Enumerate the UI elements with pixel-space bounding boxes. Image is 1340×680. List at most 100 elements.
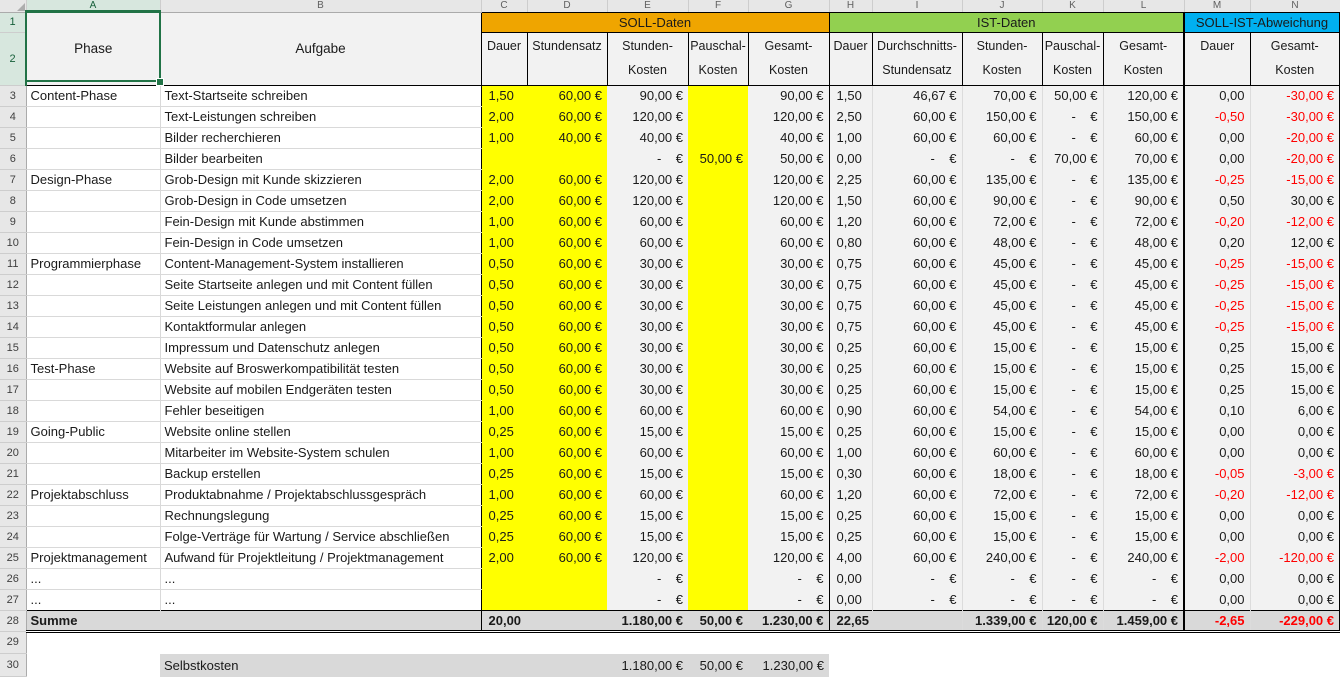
cell-soll-dauer[interactable]: 2,00 <box>481 547 527 568</box>
soll-dauer-header[interactable]: Dauer <box>481 32 527 85</box>
cell-ist-stundenkosten[interactable]: 15,00 € <box>962 526 1042 547</box>
cell-ist-stundensatz[interactable]: 60,00 € <box>872 400 962 421</box>
cell-phase[interactable]: ... <box>26 568 160 589</box>
cell-ist-stundensatz[interactable]: 60,00 € <box>872 232 962 253</box>
row-number[interactable]: 4 <box>0 106 26 127</box>
summe-label[interactable]: Summe <box>26 610 160 631</box>
cell-ist-stundenkosten[interactable]: 15,00 € <box>962 505 1042 526</box>
cell-soll-stundenkosten[interactable]: 30,00 € <box>607 337 688 358</box>
cell-soll-stundenkosten[interactable]: 120,00 € <box>607 190 688 211</box>
cell-ist-gesamtkosten[interactable]: 15,00 € <box>1103 421 1184 442</box>
cell-soll-stundensatz[interactable]: 60,00 € <box>527 106 607 127</box>
cell-ist-stundenkosten[interactable]: 135,00 € <box>962 169 1042 190</box>
cell-task[interactable]: Produktabnahme / Projektabschlussgespräc… <box>160 484 481 505</box>
cell-task[interactable]: Website auf mobilen Endgeräten testen <box>160 379 481 400</box>
cell-soll-stundensatz[interactable]: 60,00 € <box>527 421 607 442</box>
summe-ist-pauschalkosten[interactable]: 120,00 € <box>1042 610 1103 631</box>
cell-soll-pauschalkosten[interactable] <box>688 463 748 484</box>
summe-dev-dauer[interactable]: -2,65 <box>1184 610 1250 631</box>
cell-phase[interactable] <box>26 106 160 127</box>
cell-soll-dauer[interactable]: 1,50 <box>481 85 527 106</box>
cell-soll-stundensatz[interactable]: 60,00 € <box>527 190 607 211</box>
cell-task[interactable]: Grob-Design in Code umsetzen <box>160 190 481 211</box>
cell-ist-stundenkosten[interactable]: 54,00 € <box>962 400 1042 421</box>
cell-soll-gesamtkosten[interactable]: - € <box>748 568 829 589</box>
cell-soll-pauschalkosten[interactable] <box>688 253 748 274</box>
cell-ist-stundensatz[interactable]: 46,67 € <box>872 85 962 106</box>
cell-ist-pauschalkosten[interactable]: - € <box>1042 442 1103 463</box>
cell-task[interactable]: Fein-Design in Code umsetzen <box>160 232 481 253</box>
cell-dev-dauer[interactable]: 0,10 <box>1184 400 1250 421</box>
cell-soll-pauschalkosten[interactable]: 50,00 € <box>688 148 748 169</box>
cell-ist-dauer[interactable]: 0,90 <box>829 400 872 421</box>
cell-ist-pauschalkosten[interactable]: - € <box>1042 463 1103 484</box>
cell-ist-stundenkosten[interactable]: 48,00 € <box>962 232 1042 253</box>
soll-stundenkosten-header[interactable]: Stunden- Kosten <box>607 32 688 85</box>
cell-soll-pauschalkosten[interactable] <box>688 316 748 337</box>
cell-soll-stundensatz[interactable]: 60,00 € <box>527 85 607 106</box>
cell-soll-gesamtkosten[interactable]: 50,00 € <box>748 148 829 169</box>
cell-ist-dauer[interactable]: 1,00 <box>829 442 872 463</box>
cell-dev-gesamtkosten[interactable]: 6,00 € <box>1250 400 1340 421</box>
cell-soll-stundensatz[interactable]: 60,00 € <box>527 484 607 505</box>
cell-dev-dauer[interactable]: 0,25 <box>1184 358 1250 379</box>
row-number[interactable]: 23 <box>0 505 26 526</box>
cell-soll-pauschalkosten[interactable] <box>688 127 748 148</box>
cell-ist-gesamtkosten[interactable]: 70,00 € <box>1103 148 1184 169</box>
selbstkosten-label[interactable]: Selbstkosten <box>160 654 481 677</box>
cell-dev-dauer[interactable]: 0,00 <box>1184 148 1250 169</box>
row-number[interactable]: 5 <box>0 127 26 148</box>
abweichung-band[interactable]: SOLL-IST-Abweichung <box>1184 12 1340 32</box>
cell-dev-dauer[interactable]: -2,00 <box>1184 547 1250 568</box>
cell-ist-dauer[interactable]: 0,25 <box>829 358 872 379</box>
cell-ist-pauschalkosten[interactable]: - € <box>1042 379 1103 400</box>
cell-phase[interactable]: Projektabschluss <box>26 484 160 505</box>
cell-soll-gesamtkosten[interactable]: 120,00 € <box>748 547 829 568</box>
cell-soll-gesamtkosten[interactable]: 30,00 € <box>748 253 829 274</box>
cell-ist-pauschalkosten[interactable]: - € <box>1042 400 1103 421</box>
cell-soll-dauer[interactable]: 0,50 <box>481 358 527 379</box>
dev-dauer-header[interactable]: Dauer <box>1184 32 1250 85</box>
soll-daten-band[interactable]: SOLL-Daten <box>481 12 829 32</box>
cell-soll-stundensatz[interactable]: 60,00 € <box>527 316 607 337</box>
cell-soll-dauer[interactable]: 1,00 <box>481 127 527 148</box>
cell-task[interactable]: Bilder bearbeiten <box>160 148 481 169</box>
cell-dev-gesamtkosten[interactable]: -30,00 € <box>1250 85 1340 106</box>
cell-task[interactable]: Folge-Verträge für Wartung / Service abs… <box>160 526 481 547</box>
cell-soll-dauer[interactable]: 1,00 <box>481 211 527 232</box>
cell-soll-gesamtkosten[interactable]: 60,00 € <box>748 232 829 253</box>
cell-phase[interactable] <box>26 400 160 421</box>
cell-ist-gesamtkosten[interactable]: 60,00 € <box>1103 127 1184 148</box>
cell-task[interactable]: Backup erstellen <box>160 463 481 484</box>
cell-ist-stundensatz[interactable]: 60,00 € <box>872 505 962 526</box>
cell-ist-gesamtkosten[interactable]: 15,00 € <box>1103 358 1184 379</box>
cell-dev-dauer[interactable]: 0,25 <box>1184 337 1250 358</box>
cell-ist-gesamtkosten[interactable]: 45,00 € <box>1103 295 1184 316</box>
cell-soll-stundenkosten[interactable]: 120,00 € <box>607 169 688 190</box>
cell-ist-dauer[interactable]: 1,00 <box>829 127 872 148</box>
phase-header-cell[interactable]: Phase <box>26 12 160 85</box>
cell-soll-gesamtkosten[interactable]: 30,00 € <box>748 337 829 358</box>
cell-task[interactable]: Impressum und Datenschutz anlegen <box>160 337 481 358</box>
summe-soll-gesamtkosten[interactable]: 1.230,00 € <box>748 610 829 631</box>
row-number[interactable]: 18 <box>0 400 26 421</box>
cell-dev-dauer[interactable]: -0,20 <box>1184 484 1250 505</box>
cell-ist-stundenkosten[interactable]: - € <box>962 148 1042 169</box>
cell-soll-stundenkosten[interactable]: 60,00 € <box>607 211 688 232</box>
cell-ist-dauer[interactable]: 0,75 <box>829 253 872 274</box>
cell-soll-stundenkosten[interactable]: 120,00 € <box>607 547 688 568</box>
cell-ist-pauschalkosten[interactable]: 70,00 € <box>1042 148 1103 169</box>
cell-dev-dauer[interactable]: -0,50 <box>1184 106 1250 127</box>
cell-soll-stundensatz[interactable]: 60,00 € <box>527 463 607 484</box>
cell-dev-gesamtkosten[interactable]: -15,00 € <box>1250 169 1340 190</box>
cell-ist-dauer[interactable]: 0,00 <box>829 589 872 610</box>
summe-ist-gesamtkosten[interactable]: 1.459,00 € <box>1103 610 1184 631</box>
cell-ist-pauschalkosten[interactable]: - € <box>1042 589 1103 610</box>
cell-soll-gesamtkosten[interactable]: 120,00 € <box>748 106 829 127</box>
cell-phase[interactable]: Design-Phase <box>26 169 160 190</box>
cell-soll-stundenkosten[interactable]: 60,00 € <box>607 484 688 505</box>
column-header-i[interactable]: I <box>872 0 962 12</box>
cell-dev-gesamtkosten[interactable]: -15,00 € <box>1250 316 1340 337</box>
cell-ist-stundensatz[interactable]: 60,00 € <box>872 106 962 127</box>
cell-dev-dauer[interactable]: -0,05 <box>1184 463 1250 484</box>
